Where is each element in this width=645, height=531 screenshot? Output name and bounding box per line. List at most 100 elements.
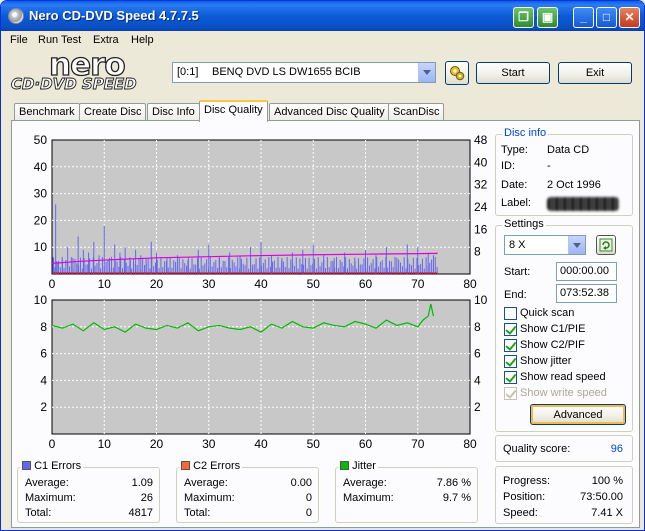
speed-value: 7.41 X	[591, 507, 623, 519]
quality-score-label: Quality score:	[503, 443, 571, 455]
disc-quality-panel: 0 10 20 30 40 50 60 70 80 10 20 30 40 50 8 16 24 32 40 48 0…	[11, 120, 640, 528]
menu-run-test[interactable]: Run Test	[38, 34, 81, 46]
refresh-speed-button[interactable]	[596, 235, 616, 255]
quick-scan-checkbox[interactable]	[504, 307, 517, 320]
title-bar[interactable]: Nero CD-DVD Speed 4.7.7.5 ❐ ▣ _ □ ✕	[1, 1, 644, 31]
type-label: Type:	[501, 144, 528, 156]
c1-color-swatch	[22, 461, 31, 470]
speed-select[interactable]: 8 X	[504, 235, 586, 255]
x-tick-label: 0	[49, 277, 56, 291]
date-label: Date:	[501, 179, 528, 191]
x-tick-label: 80	[463, 437, 477, 451]
y-tick-label: 40	[34, 160, 48, 174]
y-right-tick-label: 10	[474, 293, 488, 307]
progress-group: Progress: 100 % Position: 73:50.00 Speed…	[495, 466, 633, 524]
show-jitter-checkbox[interactable]	[504, 355, 517, 368]
jitter-max-label: Maximum:	[343, 492, 394, 504]
x-tick-label: 50	[307, 437, 321, 451]
x-tick-label: 60	[359, 277, 373, 291]
c1-errors-group: C1 Errors Average: 1.09 Maximum: 26 Tota…	[17, 460, 160, 523]
tab-scandisc[interactable]: ScanDisc	[388, 103, 445, 121]
window-title: Nero CD-DVD Speed 4.7.7.5	[29, 8, 199, 23]
label-label: Label:	[501, 197, 531, 209]
c2-avg-label: Average:	[184, 477, 228, 489]
chevron-down-icon[interactable]	[568, 236, 585, 254]
y-right-tick-label: 6	[474, 347, 481, 361]
drive-select[interactable]: [0:1] BENQ DVD LS DW1655 BCIB	[172, 62, 436, 83]
tab-disc-info[interactable]: Disc Info	[147, 103, 200, 121]
c1-avg-label: Average:	[25, 477, 69, 489]
id-value: -	[547, 160, 551, 172]
x-tick-label: 70	[411, 437, 425, 451]
disc-label-redacted	[547, 197, 619, 211]
show-read-speed-checkbox[interactable]	[504, 371, 517, 384]
gears-icon	[450, 66, 465, 81]
c1-max-label: Maximum:	[25, 492, 76, 504]
show-write-speed-label: Show write speed	[520, 387, 607, 399]
advanced-button[interactable]: Advanced	[530, 404, 626, 425]
start-field[interactable]: 000:00.00	[556, 262, 617, 281]
tab-benchmark[interactable]: Benchmark	[14, 103, 80, 121]
show-c1-checkbox[interactable]	[504, 323, 517, 336]
y-tick-label: 2	[40, 400, 47, 414]
menu-help[interactable]: Help	[131, 34, 154, 46]
copy-icon[interactable]: ❐	[513, 7, 534, 28]
x-tick-label: 20	[150, 437, 164, 451]
jitter-chart: 0 10 20 30 40 50 60 70 80 2 4 6 8 10 2 4 6 8 10	[15, 293, 493, 455]
exit-button[interactable]: Exit	[558, 62, 632, 84]
y-right-tick-label: 16	[474, 222, 488, 236]
minimize-button[interactable]: _	[573, 7, 594, 28]
x-tick-label: 0	[49, 437, 56, 451]
drive-info-button[interactable]	[445, 61, 469, 85]
maximize-button[interactable]: □	[596, 7, 617, 28]
c2-max-value: 0	[305, 492, 312, 504]
y-right-tick-label: 40	[474, 155, 488, 169]
show-read-speed-label: Show read speed	[520, 371, 606, 383]
show-jitter-label: Show jitter	[520, 355, 572, 367]
errors-chart: 0 10 20 30 40 50 60 70 80 10 20 30 40 50 8 16 24 32 40 48	[15, 131, 493, 297]
tab-advanced-disc-quality[interactable]: Advanced Disc Quality	[269, 103, 390, 121]
app-window: Nero CD-DVD Speed 4.7.7.5 ❐ ▣ _ □ ✕ File…	[0, 0, 645, 531]
x-tick-label: 50	[307, 277, 321, 291]
disc-info-group: Disc info Type: Data CD ID: - Date: 2 Oc…	[495, 127, 633, 216]
y-right-tick-label: 32	[474, 178, 488, 192]
c2-color-swatch	[181, 461, 190, 470]
c2-total-value: 0	[305, 507, 312, 519]
y-tick-label: 10	[34, 293, 48, 307]
quick-scan-label: Quick scan	[520, 307, 575, 319]
start-button[interactable]: Start	[476, 62, 550, 84]
x-tick-label: 10	[98, 437, 112, 451]
drive-id: [0:1]	[177, 66, 199, 78]
close-button[interactable]: ✕	[619, 7, 640, 28]
y-tick-label: 4	[40, 373, 47, 387]
y-tick-label: 8	[40, 320, 47, 334]
y-tick-label: 30	[34, 187, 48, 201]
c2-total-label: Total:	[184, 507, 211, 519]
end-field[interactable]: 073:52.38	[556, 284, 617, 303]
chevron-down-icon[interactable]	[418, 63, 435, 82]
c2-errors-group: C2 Errors Average: 0.00 Maximum: 0 Total…	[176, 460, 319, 523]
y-right-tick-label: 8	[474, 245, 481, 259]
menu-file[interactable]: File	[10, 34, 28, 46]
c2-title: C2 Errors	[193, 460, 241, 472]
start-label: Start:	[504, 266, 531, 278]
jitter-avg-value: 7.86 %	[436, 477, 471, 489]
quality-score-value: 96	[610, 443, 623, 455]
y-right-tick-label: 4	[474, 373, 481, 387]
x-tick-label: 30	[202, 437, 216, 451]
y-right-tick-label: 2	[474, 400, 481, 414]
tab-disc-quality[interactable]: Disc Quality	[199, 100, 268, 122]
jitter-group: Jitter Average: 7.86 % Maximum: 9.7 %	[335, 460, 478, 523]
disc-info-title: Disc info	[502, 127, 549, 139]
y-right-tick-label: 8	[474, 320, 481, 334]
jitter-avg-label: Average:	[343, 477, 387, 489]
x-tick-label: 10	[98, 277, 112, 291]
save-icon[interactable]: ▣	[537, 7, 558, 28]
settings-group: Settings 8 X Start: 000:00.00 End: 073:5…	[495, 218, 633, 432]
tab-create-disc[interactable]: Create Disc	[79, 103, 147, 121]
progress-value: 100 %	[591, 475, 623, 487]
show-c2-checkbox[interactable]	[504, 339, 517, 352]
c1-title: C1 Errors	[34, 460, 82, 472]
logo-cd-dvd-speed: CD·DVD SPEED	[11, 75, 138, 94]
menu-extra[interactable]: Extra	[93, 34, 119, 46]
